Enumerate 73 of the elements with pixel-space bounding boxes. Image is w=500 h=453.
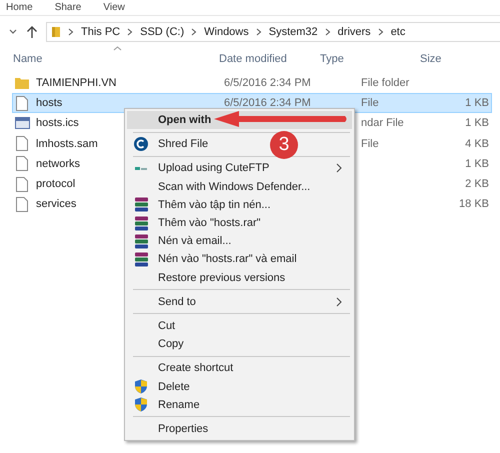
folder-icon [51, 26, 61, 38]
archive-books-icon [134, 197, 148, 212]
file-icon [16, 176, 28, 192]
file-size: 2 KB [465, 178, 489, 190]
menu-item[interactable]: Properties [158, 422, 208, 435]
file-icon [16, 136, 28, 152]
file-name: services [36, 198, 76, 210]
chevron-right-icon [191, 28, 198, 36]
file-icon [16, 96, 28, 111]
menu-item[interactable]: Shred File [158, 138, 208, 150]
file-name: hosts.ics [36, 117, 79, 130]
menu-item[interactable]: Nén và email... [158, 235, 232, 248]
menu-item[interactable]: Send to [158, 296, 196, 308]
breadcrumb-item[interactable]: SSD (C:) [140, 26, 184, 38]
menu-item[interactable]: Thêm vào tập tin nén... [158, 198, 271, 211]
file-icon [16, 156, 28, 172]
chevron-right-icon [324, 28, 331, 36]
file-type: ndar File [361, 117, 404, 130]
file-type: File [361, 138, 379, 150]
menu-item[interactable]: Nén vào "hosts.rar" và email [158, 253, 297, 266]
menu-item[interactable]: Create shortcut [158, 362, 234, 374]
file-size: 4 KB [465, 138, 489, 150]
breadcrumb-item[interactable]: This PC [81, 26, 120, 38]
file-icon [16, 196, 28, 212]
ribbon-tab[interactable]: Share [54, 2, 82, 13]
file-size: 18 KB [459, 198, 489, 210]
folder-icon [15, 77, 29, 90]
file-size: 1 KB [465, 97, 489, 110]
ribbon-tab[interactable]: Home [6, 2, 33, 13]
file-name: protocol [36, 178, 76, 190]
breadcrumb-item[interactable]: Windows [204, 26, 249, 38]
calendar-icon [14, 117, 30, 130]
chevron-down-icon[interactable] [8, 28, 18, 36]
menu-item[interactable]: Restore previous versions [158, 272, 286, 284]
file-type: File folder [361, 77, 410, 90]
archive-books-icon [134, 234, 148, 249]
file-type: File [361, 97, 379, 110]
menu-item[interactable]: Delete [158, 380, 190, 393]
menu-item[interactable]: Upload using CuteFTP [158, 162, 270, 174]
chevron-right-icon [127, 28, 134, 36]
sort-caret-icon [113, 46, 122, 51]
column-header[interactable]: Type [320, 53, 420, 65]
column-header[interactable]: Name [0, 53, 219, 65]
column-header[interactable]: Size [420, 53, 500, 65]
chevron-right-icon [378, 28, 384, 36]
archive-books-icon [134, 252, 148, 267]
breadcrumb-item[interactable]: System32 [268, 26, 318, 38]
up-arrow-icon[interactable] [26, 24, 38, 38]
menu-item[interactable]: Scan with Windows Defender... [158, 180, 310, 193]
chevron-right-icon [68, 28, 74, 36]
file-size: 1 KB [465, 158, 489, 170]
file-size: 1 KB [465, 117, 489, 130]
address-bar[interactable]: This PC SSD (C:) Windows System32 drivers etc [46, 22, 500, 42]
breadcrumb-item[interactable]: drivers [338, 26, 371, 38]
file-name: TAIMIENPHI.VN [36, 77, 116, 90]
menu-item[interactable]: Copy [158, 338, 184, 350]
date-modified: 6/5/2016 2:34 PM [224, 97, 311, 110]
circle-logo-icon [134, 137, 148, 152]
archive-books-icon [134, 216, 148, 231]
date-modified: 6/5/2016 2:34 PM [224, 77, 311, 90]
shield-icon [134, 379, 148, 394]
menu-item[interactable]: Cut [158, 320, 176, 332]
upload-icon [135, 166, 147, 171]
file-name: lmhosts.sam [36, 138, 98, 150]
menu-item[interactable]: Thêm vào "hosts.rar" [158, 217, 261, 230]
column-header[interactable]: Date modified [219, 53, 320, 65]
ribbon-tab[interactable]: View [103, 2, 125, 13]
chevron-right-icon [256, 28, 262, 36]
file-name: networks [36, 158, 80, 170]
menu-item[interactable]: Rename [158, 398, 200, 411]
shield-icon [134, 397, 148, 412]
file-name: hosts [36, 97, 62, 110]
breadcrumb-item[interactable]: etc [390, 26, 406, 38]
